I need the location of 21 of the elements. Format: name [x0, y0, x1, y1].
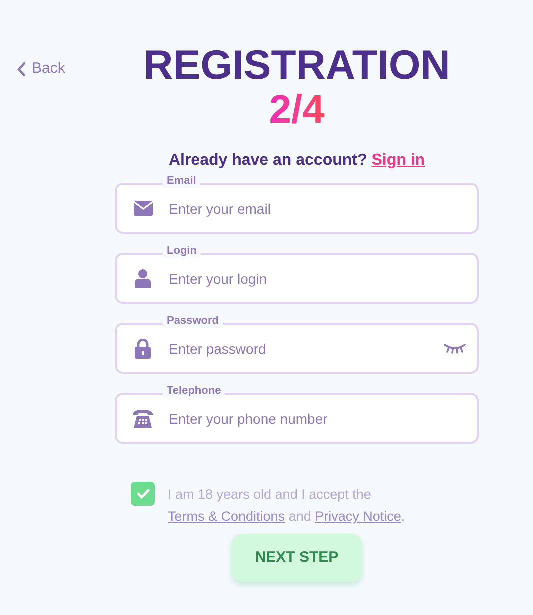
field-label: Login: [163, 244, 201, 258]
checkmark-icon: [136, 489, 150, 499]
telephone-icon: [133, 409, 153, 428]
signin-prompt: Already have an account? Sign in: [168, 151, 426, 171]
page-title: REGISTRATION: [144, 42, 450, 88]
user-icon: [135, 269, 151, 288]
field-label: Password: [163, 314, 223, 328]
consent-text: I am 18 years old and I accept the Terms & Conditions and Privacy Notice.: [168, 486, 406, 526]
checkbox[interactable]: [131, 482, 155, 506]
terms-link[interactable]: Terms & Conditions: [168, 509, 286, 524]
chevron-left-icon: [17, 62, 26, 77]
back-link[interactable]: Back: [17, 58, 115, 80]
field-label: Telephone: [163, 384, 226, 398]
field-label: Email: [163, 174, 200, 188]
padlock-icon: [135, 338, 151, 358]
closed-eye-icon[interactable]: [444, 343, 466, 354]
envelope-icon: [134, 201, 152, 216]
privacy-link[interactable]: Privacy Notice: [315, 509, 402, 524]
text-field[interactable]: Enter password: [115, 323, 479, 374]
sign-in-link[interactable]: Sign in: [372, 152, 426, 169]
text-field[interactable]: Enter your email: [115, 183, 479, 234]
